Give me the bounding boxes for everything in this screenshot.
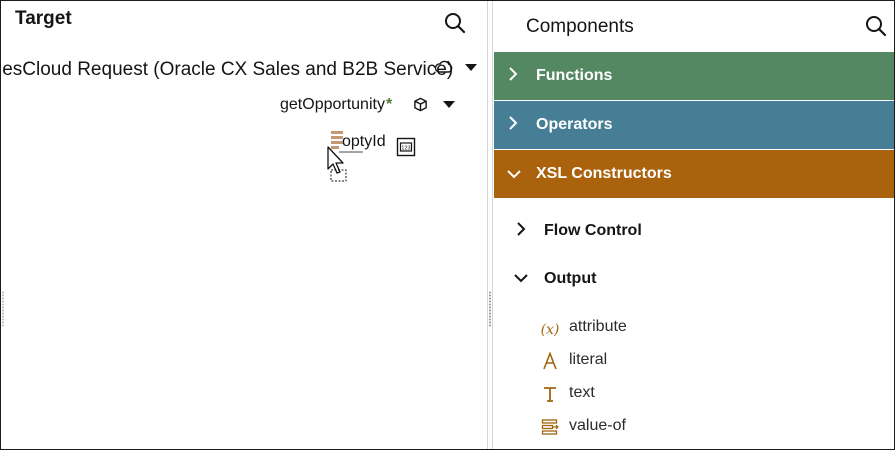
group-label: Flow Control xyxy=(544,222,642,239)
left-edge-grip xyxy=(2,291,4,327)
category-label: XSL Constructors xyxy=(536,165,672,182)
caret-down-icon[interactable] xyxy=(464,63,478,72)
caret-down-icon[interactable] xyxy=(442,100,456,109)
group-flow-control[interactable]: Flow Control xyxy=(494,215,894,247)
component-attribute[interactable]: (x) attribute xyxy=(494,313,894,343)
component-label: attribute xyxy=(569,318,627,335)
category-label: Operators xyxy=(536,116,613,133)
group-output[interactable]: Output xyxy=(494,263,894,295)
category-functions[interactable]: Functions xyxy=(494,52,894,100)
tree-node-getopportunity[interactable]: getOpportunity* xyxy=(280,96,392,114)
search-icon[interactable] xyxy=(865,15,887,37)
chevron-right-icon xyxy=(509,116,518,130)
component-literal[interactable]: literal xyxy=(494,346,894,376)
components-panel-title: Components xyxy=(526,16,634,37)
category-xsl-constructors[interactable]: XSL Constructors xyxy=(494,150,894,198)
category-operators[interactable]: Operators xyxy=(494,101,894,149)
component-label: value-of xyxy=(569,417,626,434)
text-icon xyxy=(540,384,560,404)
object-cube-icon xyxy=(414,97,427,112)
value-of-icon xyxy=(540,417,560,437)
component-text[interactable]: text xyxy=(494,379,894,409)
chevron-right-icon xyxy=(517,222,526,236)
tree-node-root[interactable]: lesCloud Request (Oracle CX Sales and B2… xyxy=(1,59,453,81)
mapper-window: Target lesCloud Request (Oracle CX Sales… xyxy=(0,0,895,450)
numeric-field-icon: 123 xyxy=(396,137,416,157)
required-mark: * xyxy=(385,96,393,113)
cloud-icon xyxy=(434,60,453,73)
component-label: literal xyxy=(569,351,608,368)
components-panel: Components Functions Operators XSL Const… xyxy=(493,1,894,449)
search-icon[interactable] xyxy=(444,12,466,34)
group-label: Output xyxy=(544,270,597,287)
chevron-right-icon xyxy=(509,67,518,81)
category-label: Functions xyxy=(536,67,613,84)
splitter-grip[interactable] xyxy=(489,291,491,327)
tree-node-label: getOpportunity xyxy=(280,96,385,113)
component-label: text xyxy=(569,384,595,401)
tree-child-actions xyxy=(413,97,456,112)
drag-cursor-icon xyxy=(327,131,363,182)
component-value-of[interactable]: value-of xyxy=(494,412,894,442)
target-panel-title: Target xyxy=(15,8,72,29)
tree-root-actions xyxy=(434,60,478,74)
svg-text:123: 123 xyxy=(401,146,410,152)
target-panel: Target lesCloud Request (Oracle CX Sales… xyxy=(1,1,487,449)
literal-icon xyxy=(540,351,560,371)
chevron-down-icon xyxy=(507,170,521,179)
chevron-down-icon xyxy=(514,274,528,283)
attribute-icon: (x) xyxy=(540,322,560,338)
